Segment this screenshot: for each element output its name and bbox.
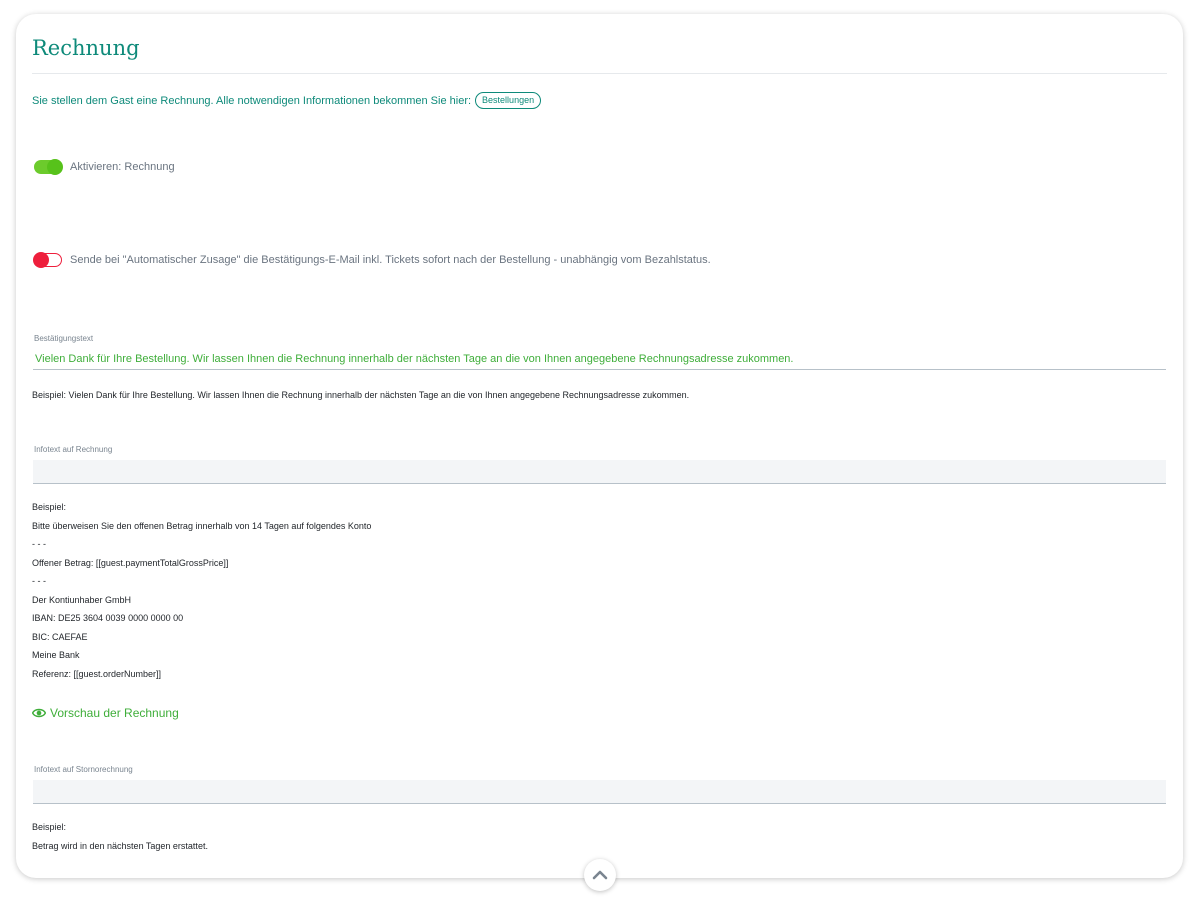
activate-invoice-toggle[interactable] bbox=[34, 159, 63, 175]
toggle-knob bbox=[33, 252, 49, 268]
cancellation-info-label: Infotext auf Stornorechnung bbox=[34, 765, 133, 774]
activate-invoice-label: Aktivieren: Rechnung bbox=[70, 161, 175, 173]
page-title: Rechnung bbox=[32, 36, 140, 60]
intro-line: Sie stellen dem Gast eine Rechnung. Alle… bbox=[32, 92, 542, 109]
invoice-info-input[interactable] bbox=[33, 460, 1166, 484]
invoice-preview-link[interactable]: Vorschau der Rechnung bbox=[32, 706, 179, 720]
example-line: - - - bbox=[32, 539, 46, 549]
cancellation-info-example: Beispiel: Betrag wird in den nächsten Ta… bbox=[32, 818, 208, 855]
example-line: Beispiel: bbox=[32, 822, 67, 832]
confirmation-example: Beispiel: Vielen Dank für Ihre Bestellun… bbox=[32, 390, 690, 400]
example-line: Bitte überweisen Sie den offenen Betrag … bbox=[32, 520, 372, 531]
example-line: Beispiel: bbox=[32, 502, 67, 512]
scroll-to-top-button[interactable] bbox=[584, 859, 616, 891]
invoice-preview-label: Vorschau der Rechnung bbox=[50, 706, 179, 720]
orders-button[interactable]: Bestellungen bbox=[475, 92, 542, 109]
auto-confirm-toggle[interactable] bbox=[33, 252, 62, 268]
example-line: Offener Betrag: [[guest.paymentTotalGros… bbox=[32, 557, 229, 568]
activate-invoice-row: Aktivieren: Rechnung bbox=[34, 159, 175, 175]
toggle-knob bbox=[47, 159, 63, 175]
confirmation-text-input[interactable] bbox=[33, 348, 1166, 370]
auto-confirm-label: Sende bei "Automatischer Zusage" die Bes… bbox=[70, 254, 711, 266]
example-line: Der Kontiunhaber GmbH bbox=[32, 594, 132, 605]
invoice-info-label: Infotext auf Rechnung bbox=[34, 445, 113, 454]
eye-icon bbox=[32, 708, 46, 718]
title-divider bbox=[32, 73, 1167, 74]
chevron-up-icon bbox=[592, 870, 608, 880]
auto-confirm-row: Sende bei "Automatischer Zusage" die Bes… bbox=[33, 252, 711, 268]
example-line: Betrag wird in den nächsten Tagen erstat… bbox=[32, 840, 208, 851]
intro-text: Sie stellen dem Gast eine Rechnung. Alle… bbox=[32, 94, 472, 107]
invoice-settings-card: Rechnung Sie stellen dem Gast eine Rechn… bbox=[16, 14, 1183, 878]
example-line: Meine Bank bbox=[32, 650, 80, 660]
example-line: IBAN: DE25 3604 0039 0000 0000 00 bbox=[32, 613, 184, 623]
invoice-info-example: Beispiel: Bitte überweisen Sie den offen… bbox=[32, 498, 371, 683]
example-line: - - - bbox=[32, 576, 46, 586]
example-line: BIC: CAEFAE bbox=[32, 631, 88, 642]
example-line: Referenz: [[guest.orderNumber]] bbox=[32, 668, 162, 679]
confirmation-text-label: Bestätigungstext bbox=[34, 334, 94, 343]
cancellation-info-input[interactable] bbox=[33, 780, 1166, 804]
